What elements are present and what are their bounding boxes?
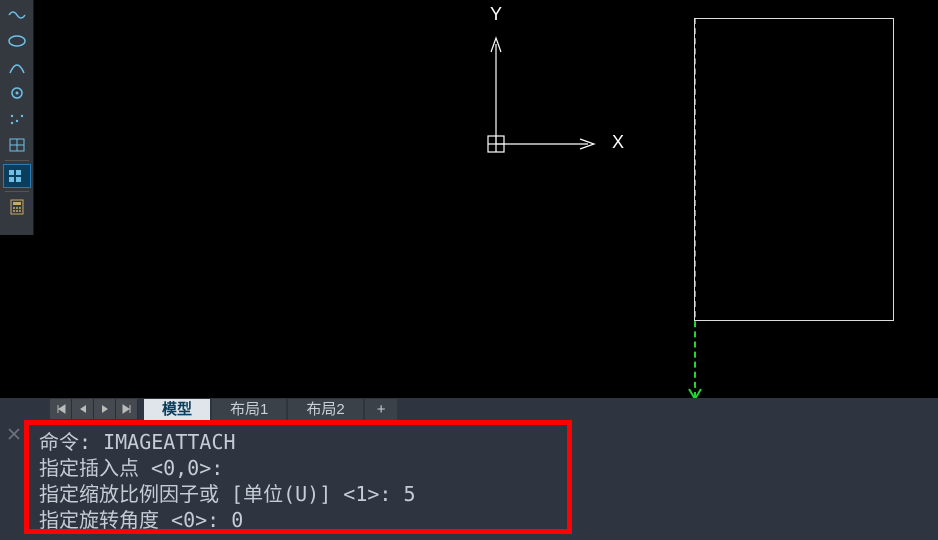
model-space[interactable]: Y X: [34, 0, 938, 398]
grid-toggle-icon[interactable]: [3, 133, 31, 157]
snap-ellipse-icon[interactable]: [3, 29, 31, 53]
left-toolbar: [0, 0, 34, 235]
drawing-viewport[interactable]: Y X: [0, 0, 938, 398]
calc-icon[interactable]: [3, 195, 31, 219]
tab-layout1[interactable]: 布局1: [212, 399, 286, 420]
snap-center-icon[interactable]: [3, 81, 31, 105]
image-frame: [694, 18, 894, 321]
tab-nav: [50, 399, 138, 419]
toolbar-separator: [5, 160, 29, 161]
nav-next-button[interactable]: [94, 399, 116, 419]
close-icon[interactable]: [6, 426, 22, 442]
tab-add-button[interactable]: +: [365, 399, 398, 420]
nav-first-button[interactable]: [50, 399, 72, 419]
command-line: 指定旋转角度 <0>: 0: [39, 507, 557, 533]
snap-dot-icon[interactable]: [3, 107, 31, 131]
snap-arc-icon[interactable]: [3, 55, 31, 79]
grid-display-icon[interactable]: [3, 164, 31, 188]
nav-last-button[interactable]: [116, 399, 138, 419]
snap-nearest-icon[interactable]: [3, 3, 31, 27]
command-line: 命令: IMAGEATTACH: [39, 429, 557, 455]
x-axis-label: X: [612, 132, 624, 153]
tab-layout2[interactable]: 布局2: [288, 399, 362, 420]
command-line: 指定插入点 <0,0>:: [39, 455, 557, 481]
command-history[interactable]: 命令: IMAGEATTACH 指定插入点 <0,0>: 指定缩放比例因子或 […: [24, 420, 572, 534]
command-panel: 命令: IMAGEATTACH 指定插入点 <0,0>: 指定缩放比例因子或 […: [0, 420, 938, 540]
toolbar-separator: [5, 191, 29, 192]
tabs: 模型 布局1 布局2 +: [144, 399, 399, 420]
nav-prev-button[interactable]: [72, 399, 94, 419]
layout-tabstrip: 模型 布局1 布局2 +: [0, 398, 938, 420]
ucs-icon: [448, 18, 608, 158]
y-axis-label: Y: [490, 4, 502, 25]
command-line: 指定缩放比例因子或 [单位(U)] <1>: 5: [39, 481, 557, 507]
tab-model[interactable]: 模型: [144, 399, 210, 420]
